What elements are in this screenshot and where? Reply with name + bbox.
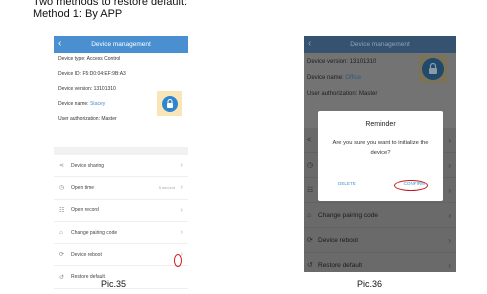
restore-icon: ↺: [307, 262, 313, 269]
record-icon: ☷: [307, 187, 314, 194]
chevron-right-icon: ›: [448, 135, 451, 145]
chevron-right-icon: ›: [448, 260, 451, 270]
lock-icon: ⌂: [59, 229, 63, 236]
open-time-value: 5 second: [158, 185, 175, 191]
device-info-panel: Device type: Access Control Device ID: F…: [54, 53, 188, 147]
user-authorization-row: User authorization: Master: [307, 91, 378, 97]
app-header: ‹ Device management: [54, 36, 188, 53]
record-icon: ☷: [59, 207, 65, 214]
user-authorization-row: User authorization: Master: [58, 116, 117, 122]
page-title: Device management: [91, 41, 151, 48]
chevron-right-icon: ›: [448, 235, 451, 245]
device-image: [419, 55, 447, 83]
menu-item-change-pairing-code[interactable]: ⌂ Change pairing code ›: [304, 203, 456, 228]
chevron-right-icon: ›: [448, 160, 451, 170]
dialog-title: Reminder: [365, 121, 396, 128]
chevron-right-icon: ›: [180, 206, 183, 214]
menu-item-open-time[interactable]: ◷ Open time 5 second ›: [54, 177, 188, 200]
figure-caption-36: Pic.36: [357, 279, 383, 289]
menu-item-restore-default[interactable]: ↺ Restore default ›: [304, 253, 456, 272]
chevron-left-icon[interactable]: ‹: [308, 38, 311, 50]
lock-icon: [422, 58, 444, 80]
restore-icon: ↺: [59, 274, 65, 281]
clock-icon: ◷: [59, 185, 65, 192]
device-image: [157, 91, 182, 116]
chevron-left-icon[interactable]: ‹: [58, 38, 61, 50]
reboot-icon: ⟳: [59, 252, 65, 259]
chevron-right-icon: ›: [180, 229, 183, 237]
menu-item-device-reboot[interactable]: ⟳ Device reboot ›: [304, 228, 456, 253]
menu-item-device-reboot[interactable]: ⟳ Device reboot ›: [54, 244, 188, 267]
chevron-right-icon: ›: [180, 162, 183, 170]
share-icon: ⋖: [59, 163, 65, 170]
highlight-circle: [394, 180, 428, 191]
instructions-heading: Two methods to restore default: Method 1…: [33, 0, 187, 20]
device-management-screen-1: ‹ Device management Device type: Access …: [54, 36, 188, 289]
heading-line-2: Method 1: By APP: [33, 8, 123, 20]
device-type-row: Device type: Access Control: [58, 56, 121, 62]
heading-line-1: Two methods to restore default:: [33, 0, 188, 8]
highlight-circle: [174, 254, 182, 267]
menu-item-change-pairing-code[interactable]: ⌂ Change pairing code ›: [54, 222, 188, 245]
clock-icon: ◷: [307, 162, 314, 169]
dialog-message: Are you sure you want to initialize the …: [332, 140, 429, 156]
section-divider: [54, 147, 188, 155]
menu-item-device-sharing[interactable]: ⋖ Device sharing ›: [54, 155, 188, 178]
delete-button[interactable]: DELETE: [338, 181, 356, 186]
figure-caption-35: Pic.35: [101, 279, 127, 289]
chevron-right-icon: ›: [180, 184, 183, 192]
page-title: Device management: [350, 41, 410, 48]
chevron-right-icon: ›: [448, 185, 451, 195]
reboot-icon: ⟳: [307, 237, 313, 244]
lock-icon: ⌂: [307, 211, 312, 219]
share-icon: <: [307, 136, 312, 144]
menu-item-open-record[interactable]: ☷ Open record ›: [54, 200, 188, 222]
lock-icon: [161, 95, 178, 112]
app-header: ‹ Device management: [304, 36, 456, 53]
device-id-row: Device ID: F5:D0:04:EF:9B:A3: [58, 71, 126, 77]
chevron-right-icon: ›: [448, 210, 451, 220]
